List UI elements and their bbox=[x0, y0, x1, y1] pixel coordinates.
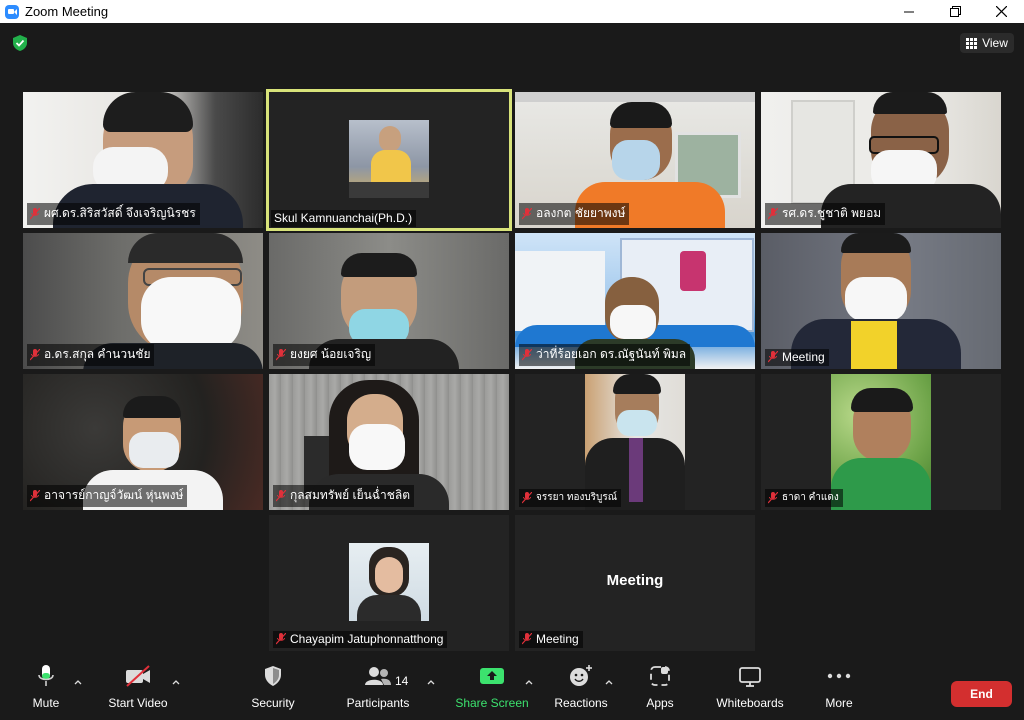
minimize-icon bbox=[904, 11, 914, 12]
mic-muted-icon bbox=[522, 633, 532, 645]
participant-name-tag: ผศ.ดร.สิริสวัสดิ์ จึงเจริญนิรชร bbox=[27, 203, 200, 225]
start-video-button[interactable]: Start Video bbox=[108, 661, 168, 710]
mic-muted-icon bbox=[522, 207, 532, 219]
video-tile-3[interactable]: รศ.ดร.ชูชาติ พยอม bbox=[761, 92, 1001, 228]
reactions-smiley-icon bbox=[570, 665, 592, 686]
video-tile-13[interactable]: Meeting Meeting bbox=[515, 515, 755, 651]
close-icon bbox=[995, 6, 1007, 17]
video-tile-12[interactable]: Chayapim Jatuphonnatthong bbox=[269, 515, 509, 651]
share-options-chevron-icon[interactable] bbox=[524, 678, 534, 686]
mic-muted-icon bbox=[768, 351, 778, 363]
video-tile-10[interactable]: จรรยา ทองบริบูรณ์ bbox=[515, 374, 755, 510]
view-label: View bbox=[982, 36, 1008, 50]
mic-muted-icon bbox=[30, 207, 40, 219]
video-tile-1[interactable]: Skul Kamnuanchai(Ph.D.) bbox=[266, 89, 512, 231]
reactions-options-chevron-icon[interactable] bbox=[604, 678, 614, 686]
participants-options-chevron-icon[interactable] bbox=[426, 678, 436, 686]
participant-video bbox=[831, 374, 931, 510]
mute-button[interactable]: Mute bbox=[30, 661, 62, 710]
mic-muted-icon bbox=[30, 348, 40, 360]
mic-muted-icon bbox=[276, 348, 286, 360]
meeting-toolbar: Mute Start Video Security Participants S… bbox=[0, 661, 1024, 720]
participant-video bbox=[349, 543, 429, 621]
zoom-app-icon bbox=[5, 4, 19, 19]
video-off-name: Meeting bbox=[606, 572, 664, 589]
video-camera-off-icon bbox=[126, 665, 150, 687]
participant-name-tag: Meeting bbox=[765, 349, 829, 366]
video-tile-6[interactable]: ว่าที่ร้อยเอก ดร.ณัฐนันท์ พิมล bbox=[515, 233, 755, 369]
video-tile-7[interactable]: Meeting bbox=[761, 233, 1001, 369]
microphone-icon bbox=[38, 665, 54, 686]
end-meeting-button[interactable]: End bbox=[951, 681, 1012, 707]
participant-name-tag: รศ.ดร.ชูชาติ พยอม bbox=[765, 203, 886, 225]
video-tile-0[interactable]: ผศ.ดร.สิริสวัสดิ์ จึงเจริญนิรชร bbox=[23, 92, 263, 228]
participant-name-tag: กุลสมทรัพย์ เย็นฉ่ำชลิต bbox=[273, 485, 415, 507]
participant-name-tag: จรรยา ทองบริบูรณ์ bbox=[519, 489, 622, 507]
video-tile-2[interactable]: อลงกต ชัยยาพงษ์ bbox=[515, 92, 755, 228]
more-button[interactable]: More bbox=[823, 661, 855, 710]
grid-icon bbox=[966, 37, 978, 49]
mic-muted-icon bbox=[768, 491, 778, 503]
security-button[interactable]: Security bbox=[250, 661, 296, 710]
participant-name-tag: Chayapim Jatuphonnatthong bbox=[273, 631, 448, 648]
whiteboard-icon bbox=[739, 667, 761, 687]
security-shield-icon bbox=[265, 666, 281, 686]
video-tile-8[interactable]: อาจารย์กาญจ์วัฒน์ หุ่นพงษ์ bbox=[23, 374, 263, 510]
participant-name-tag: Meeting bbox=[519, 631, 583, 648]
participant-name-tag: อลงกต ชัยยาพงษ์ bbox=[519, 203, 630, 225]
share-screen-button[interactable]: Share Screen bbox=[455, 661, 529, 710]
restore-button[interactable] bbox=[932, 0, 978, 23]
mute-options-chevron-icon[interactable] bbox=[73, 678, 83, 686]
mic-muted-icon bbox=[768, 207, 778, 219]
encryption-shield-icon[interactable] bbox=[11, 34, 29, 52]
close-button[interactable] bbox=[978, 0, 1024, 23]
participants-icon bbox=[365, 667, 391, 685]
window-title: Zoom Meeting bbox=[25, 4, 109, 19]
share-screen-icon bbox=[480, 668, 504, 684]
mic-muted-icon bbox=[522, 348, 532, 360]
mic-muted-icon bbox=[522, 491, 532, 503]
video-options-chevron-icon[interactable] bbox=[171, 678, 181, 686]
participant-name-tag: อาจารย์กาญจ์วัฒน์ หุ่นพงษ์ bbox=[27, 485, 188, 507]
apps-button[interactable]: Apps bbox=[645, 661, 675, 710]
video-tile-9[interactable]: กุลสมทรัพย์ เย็นฉ่ำชลิต bbox=[269, 374, 509, 510]
participant-name-tag: ยงยศ น้อยเจริญ bbox=[273, 344, 376, 366]
view-button[interactable]: View bbox=[960, 33, 1014, 53]
restore-icon bbox=[949, 6, 961, 17]
participant-name-tag: อ.ดร.สกุล คำนวนชัย bbox=[27, 344, 155, 366]
mic-muted-icon bbox=[30, 489, 40, 501]
title-bar: Zoom Meeting bbox=[0, 0, 1024, 23]
video-tile-4[interactable]: อ.ดร.สกุล คำนวนชัย bbox=[23, 233, 263, 369]
whiteboards-button[interactable]: Whiteboards bbox=[714, 661, 786, 710]
minimize-button[interactable] bbox=[886, 0, 932, 23]
reactions-button[interactable]: Reactions bbox=[552, 661, 610, 710]
participants-count-badge: 14 bbox=[395, 674, 409, 688]
apps-icon bbox=[650, 666, 670, 686]
more-ellipsis-icon bbox=[827, 673, 851, 679]
mic-muted-icon bbox=[276, 633, 286, 645]
participant-name-tag: ธาดา คำแดง bbox=[765, 489, 843, 507]
participant-name-tag: Skul Kamnuanchai(Ph.D.) bbox=[271, 210, 417, 227]
participant-name-tag: ว่าที่ร้อยเอก ดร.ณัฐนันท์ พิมล bbox=[519, 344, 691, 366]
video-tile-11[interactable]: ธาดา คำแดง bbox=[761, 374, 1001, 510]
video-tile-5[interactable]: ยงยศ น้อยเจริญ bbox=[269, 233, 509, 369]
mic-muted-icon bbox=[276, 489, 286, 501]
participant-video bbox=[349, 120, 429, 198]
